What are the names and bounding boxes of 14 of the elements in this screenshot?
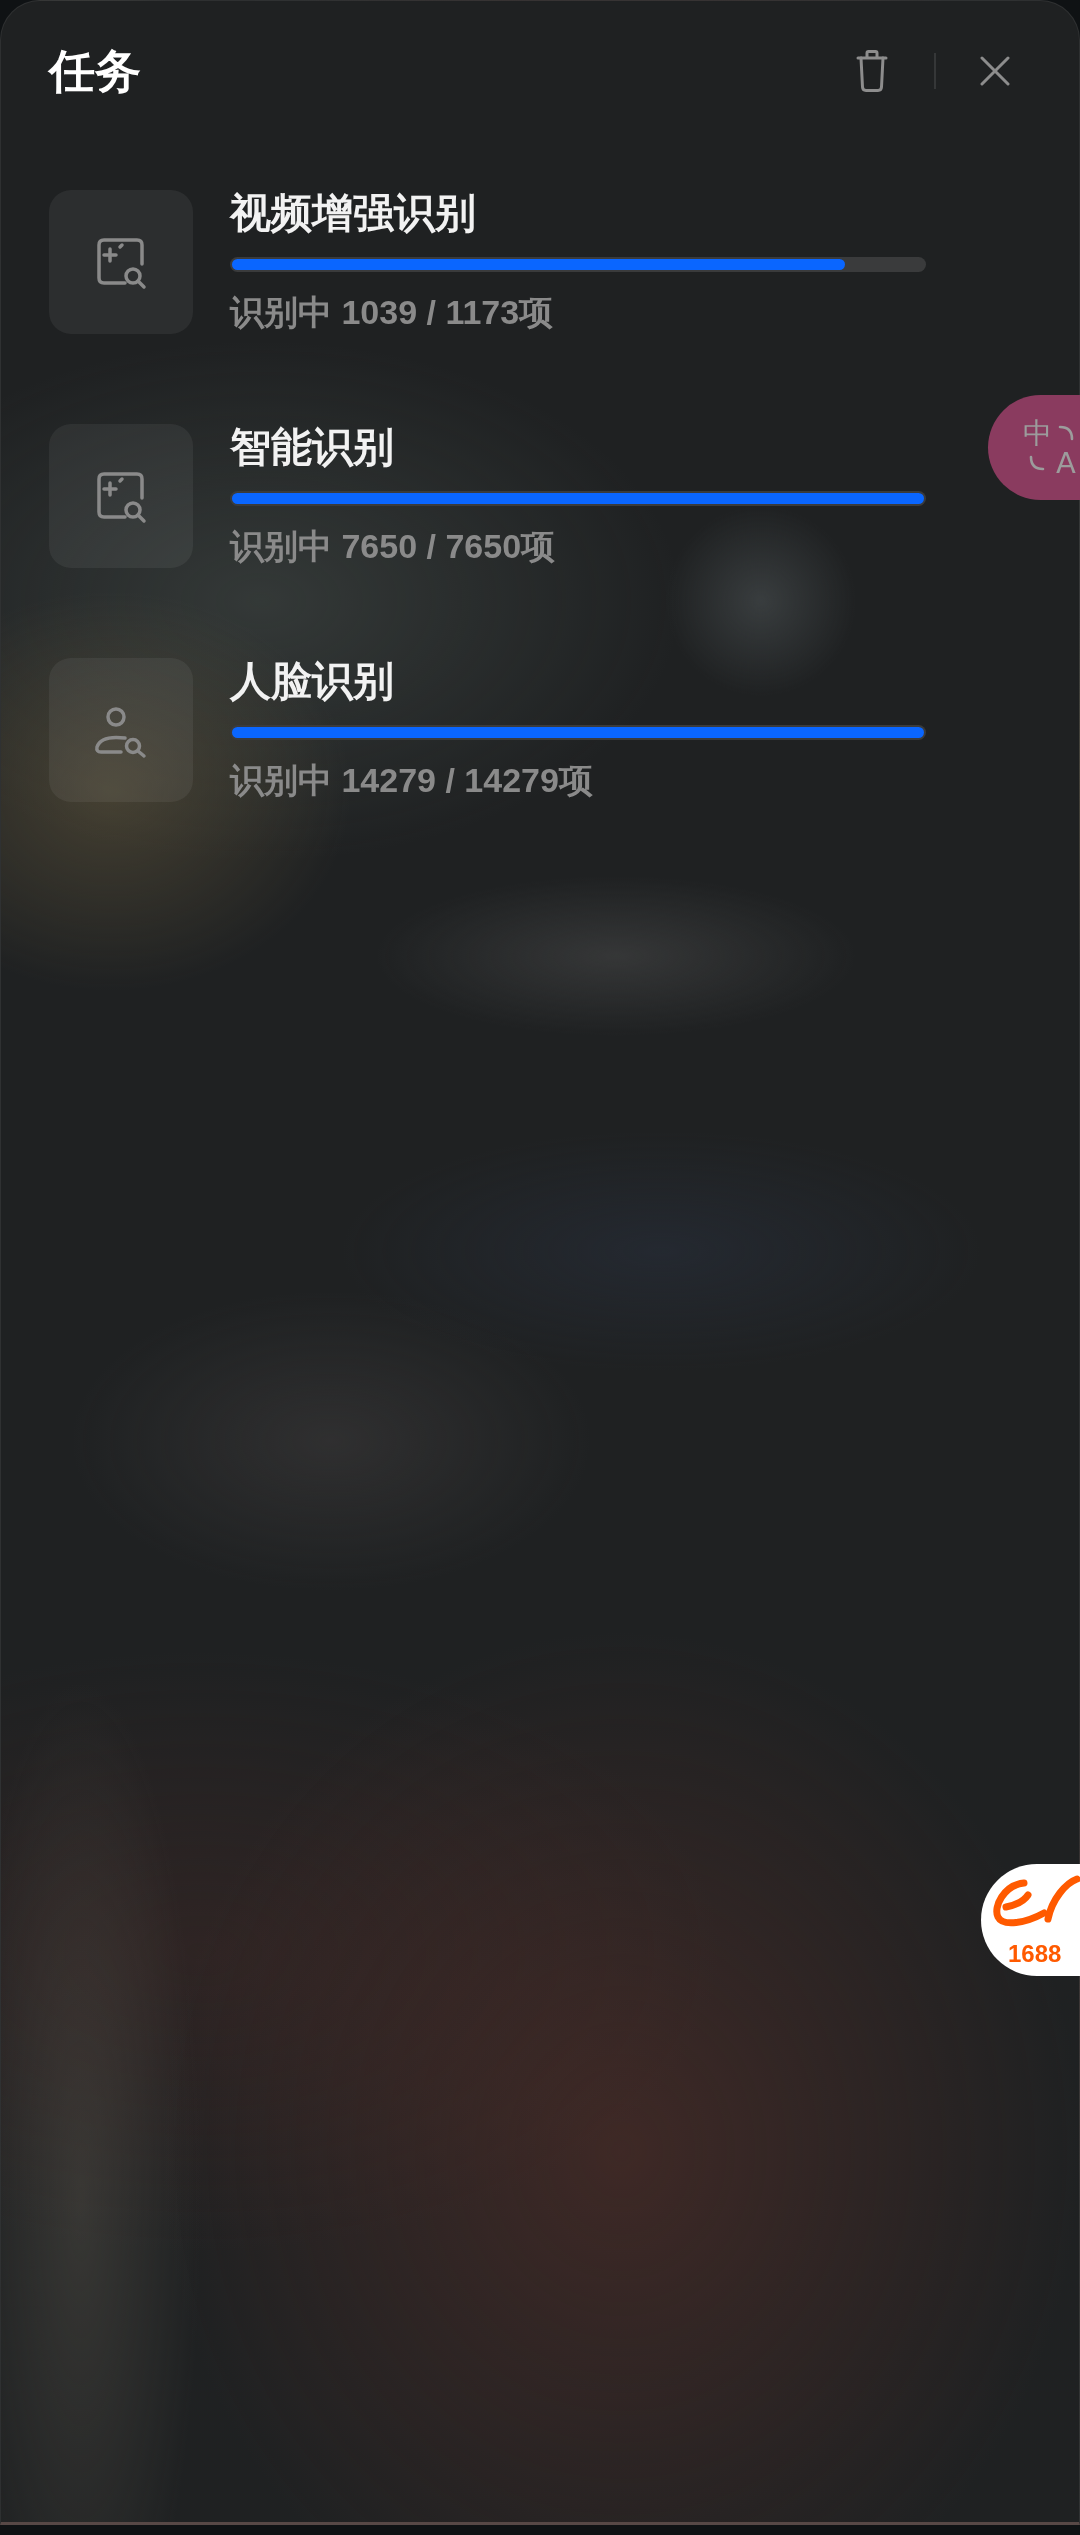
task-title: 智能识别 xyxy=(230,424,395,470)
image-search-icon xyxy=(49,424,193,568)
panel-title: 任务 xyxy=(49,43,141,99)
task-title: 视频增强识别 xyxy=(230,190,477,236)
task-status: 识别中 7650 / 7650项 xyxy=(230,526,557,566)
person-search-icon xyxy=(49,658,193,802)
arc-icon xyxy=(1029,454,1045,471)
close-icon xyxy=(980,56,1010,86)
image-search-icon xyxy=(49,190,193,334)
task-title: 人脸识别 xyxy=(230,658,395,704)
trash-icon xyxy=(856,50,888,92)
task-status: 识别中 1039 / 1173项 xyxy=(230,292,555,332)
task-status: 识别中 14279 / 14279项 xyxy=(230,760,594,800)
arc-icon xyxy=(1058,424,1074,441)
